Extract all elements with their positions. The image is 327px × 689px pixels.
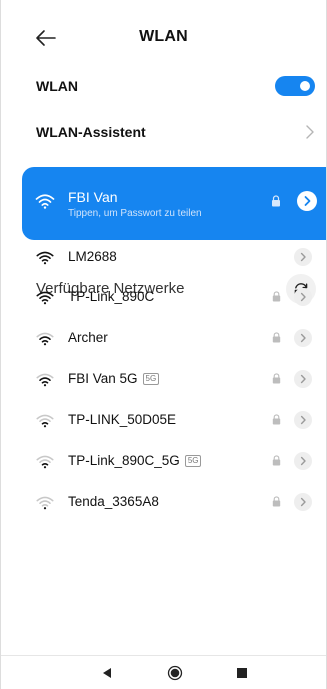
connected-network-subtitle: Tippen, um Passwort zu teilen xyxy=(68,208,202,219)
lock-icon xyxy=(272,455,281,466)
network-ssid: TP-LINK_50D05E xyxy=(68,412,177,427)
network-name: Tenda_3365A8 xyxy=(68,494,159,509)
network-ssid: TP-Link_890C_5G xyxy=(68,453,180,468)
nav-recents-icon[interactable] xyxy=(237,668,247,678)
nav-back-icon[interactable] xyxy=(101,667,113,679)
toggle-knob xyxy=(300,81,310,91)
network-name: LM2688 xyxy=(68,249,117,264)
lock-icon xyxy=(272,291,281,302)
lock-icon xyxy=(272,332,281,343)
network-ssid: TP-Link_890C xyxy=(68,289,155,304)
network-details-button[interactable] xyxy=(294,452,312,470)
nav-home-icon[interactable] xyxy=(167,665,183,681)
wlan-assistant-label: WLAN-Assistent xyxy=(36,124,146,140)
network-row[interactable]: TP-Link_890C_5G 5G xyxy=(1,441,326,481)
network-ssid: Tenda_3365A8 xyxy=(68,494,159,509)
chevron-right-icon xyxy=(300,252,306,262)
band-badge: 5G xyxy=(142,373,160,385)
lock-icon xyxy=(272,373,281,384)
network-details-button[interactable] xyxy=(294,288,312,306)
network-row[interactable]: Archer xyxy=(1,318,326,358)
chevron-right-icon xyxy=(300,333,306,343)
wifi-signal-icon xyxy=(36,455,54,469)
chevron-right-icon xyxy=(306,125,314,139)
wifi-icon xyxy=(35,194,55,209)
wifi-signal-icon xyxy=(36,373,54,387)
wlan-toggle-row[interactable]: WLAN xyxy=(1,72,326,100)
chevron-right-icon xyxy=(304,196,311,206)
wlan-label: WLAN xyxy=(36,78,78,94)
network-details-button[interactable] xyxy=(294,411,312,429)
network-details-button[interactable] xyxy=(294,370,312,388)
network-name: FBI Van 5G 5G xyxy=(68,371,160,387)
chevron-right-icon xyxy=(300,456,306,466)
wlan-settings-screen: WLAN WLAN WLAN-Assistent FBI Van Tippen,… xyxy=(0,0,327,689)
wifi-signal-icon xyxy=(36,332,54,346)
lock-icon xyxy=(272,414,281,425)
network-row[interactable]: TP-Link_890C xyxy=(1,277,326,317)
chevron-right-icon xyxy=(300,415,306,425)
wifi-signal-icon xyxy=(36,251,54,265)
system-nav-bar xyxy=(1,655,326,689)
lock-icon xyxy=(272,496,281,507)
header: WLAN xyxy=(1,22,326,54)
network-name: TP-LINK_50D05E xyxy=(68,412,176,427)
connected-network-name: FBI Van xyxy=(68,189,118,205)
chevron-right-icon xyxy=(300,292,306,302)
network-row[interactable]: LM2688 xyxy=(1,237,326,277)
lock-icon xyxy=(272,195,280,207)
network-ssid: Archer xyxy=(68,330,108,345)
chevron-right-icon xyxy=(300,374,306,384)
band-badge: 5G xyxy=(184,455,202,467)
network-name: TP-Link_890C xyxy=(68,289,154,304)
wifi-signal-icon xyxy=(36,291,54,305)
network-name: TP-Link_890C_5G 5G xyxy=(68,453,202,469)
network-details-button[interactable] xyxy=(294,493,312,511)
wifi-signal-icon xyxy=(36,496,54,510)
network-row[interactable]: Tenda_3365A8 xyxy=(1,482,326,522)
wlan-toggle[interactable] xyxy=(275,76,315,96)
network-details-button[interactable] xyxy=(294,329,312,347)
network-details-button[interactable] xyxy=(294,248,312,266)
network-name: Archer xyxy=(68,330,108,345)
network-row[interactable]: TP-LINK_50D05E xyxy=(1,400,326,440)
network-details-button[interactable] xyxy=(297,191,317,211)
wifi-signal-icon xyxy=(36,414,54,428)
network-row[interactable]: FBI Van 5G 5G xyxy=(1,359,326,399)
connected-network-card[interactable]: FBI Van Tippen, um Passwort zu teilen xyxy=(22,167,326,240)
wlan-assistant-row[interactable]: WLAN-Assistent xyxy=(1,118,326,146)
page-title: WLAN xyxy=(139,28,188,45)
network-ssid: LM2688 xyxy=(68,249,117,264)
chevron-right-icon xyxy=(300,497,306,507)
network-ssid: FBI Van 5G xyxy=(68,371,138,386)
